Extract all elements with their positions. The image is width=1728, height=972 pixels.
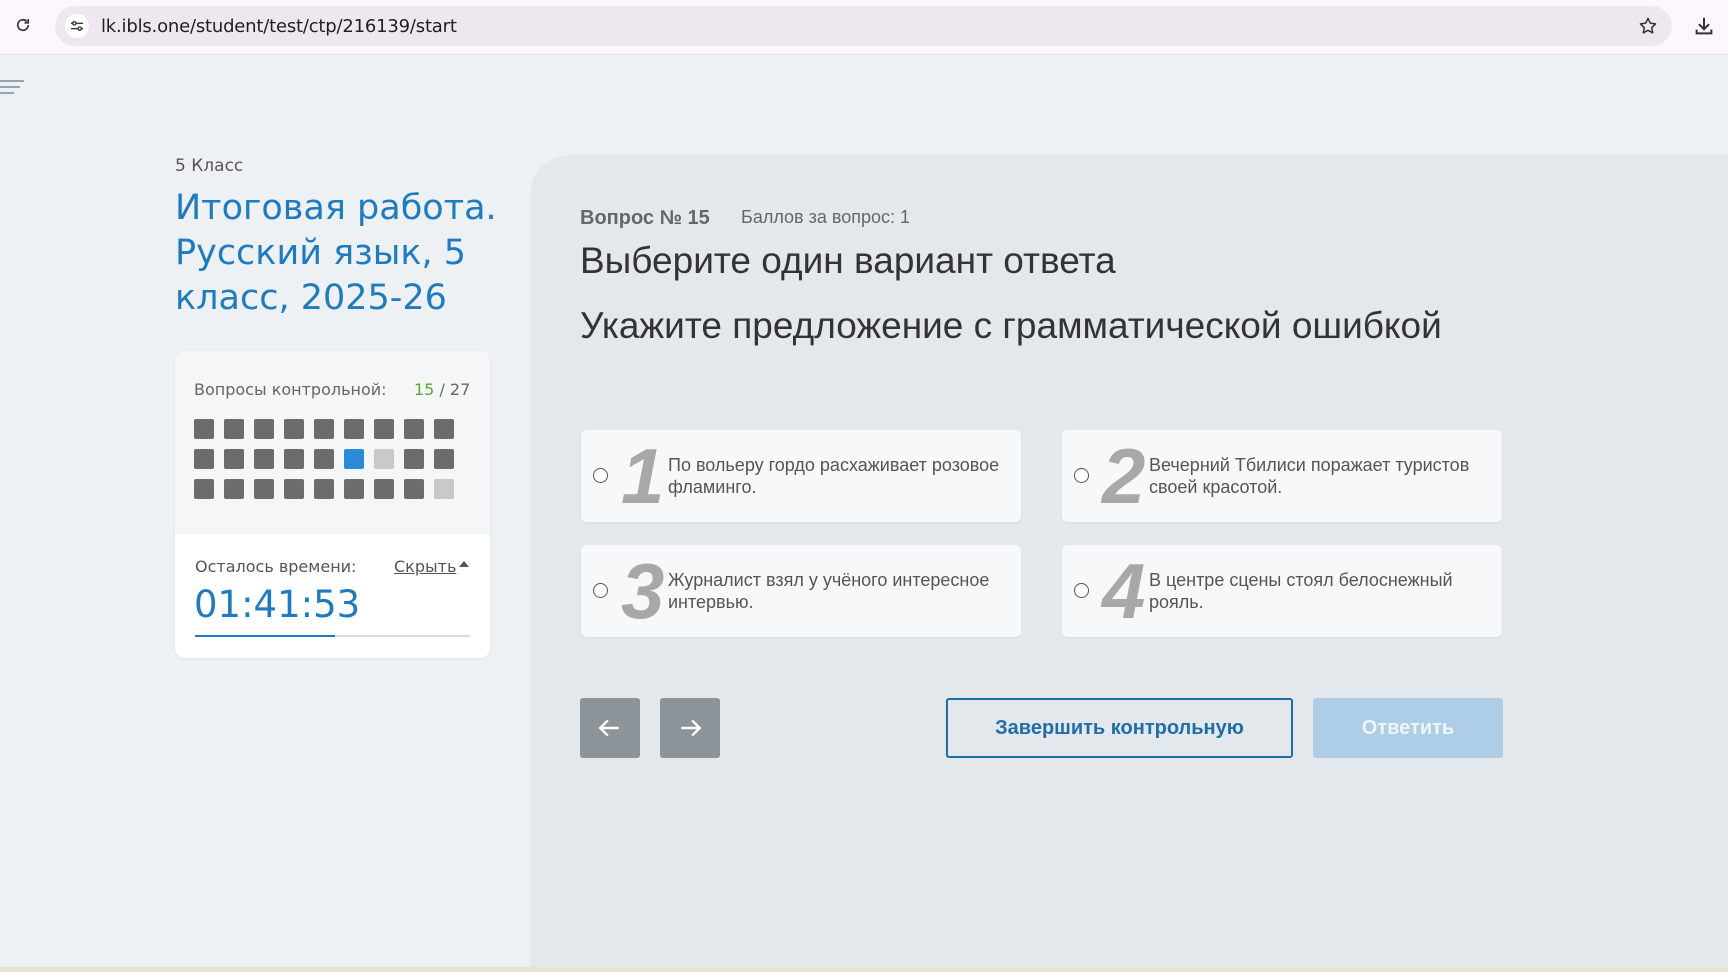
questions-label: Вопросы контрольной: [194, 380, 387, 399]
timer-progress-fill [195, 635, 336, 637]
question-square-7[interactable] [374, 419, 394, 439]
question-square-16[interactable] [374, 449, 394, 469]
question-square-17[interactable] [404, 449, 424, 469]
grade-label: 5 Класс [175, 156, 244, 176]
question-square-15[interactable] [344, 449, 364, 469]
option-text: Журналист взял у учёного интересное инте… [668, 570, 990, 612]
next-question-button[interactable] [660, 698, 720, 758]
question-square-13[interactable] [284, 449, 304, 469]
url-text[interactable]: lk.ibls.one/student/test/ctp/216139/star… [101, 16, 457, 37]
arrow-right-icon [681, 719, 702, 737]
radio-button[interactable] [1074, 468, 1089, 483]
bottom-edge [0, 967, 1728, 972]
question-counter: 15 / 27 [414, 380, 470, 399]
option-text: Вечерний Тбилиси поражает туристов своей… [1149, 455, 1470, 497]
question-text: Укажите предложение с грамматической оши… [580, 305, 1442, 346]
question-square-20[interactable] [224, 479, 244, 499]
questions-section: Вопросы контрольной: 15 / 27 [175, 351, 490, 534]
radio-button[interactable] [593, 468, 608, 483]
total-questions: 27 [449, 380, 471, 399]
question-square-18[interactable] [434, 449, 454, 469]
answer-option-3[interactable]: 3 Журналист взял у учёного интересное ин… [581, 545, 1021, 637]
question-square-21[interactable] [254, 479, 274, 499]
address-bar[interactable]: lk.ibls.one/student/test/ctp/216139/star… [55, 6, 1672, 46]
countdown-timer: 01:41:53 [194, 583, 361, 626]
test-title: Итоговая работа. Русский язык, 5 класс, … [175, 188, 497, 318]
submit-answer-button[interactable]: Ответить [1313, 698, 1503, 758]
arrow-left-icon [598, 719, 619, 737]
question-square-12[interactable] [254, 449, 274, 469]
caret-up-icon[interactable] [459, 561, 469, 567]
question-square-23[interactable] [314, 479, 334, 499]
previous-question-button[interactable] [580, 698, 640, 758]
question-square-1[interactable] [194, 419, 214, 439]
question-square-19[interactable] [194, 479, 214, 499]
answer-option-2[interactable]: 2 Вечерний Тбилиси поражает туристов сво… [1062, 430, 1502, 522]
option-number: 4 [1102, 547, 1146, 635]
reload-icon[interactable] [12, 14, 34, 36]
radio-button[interactable] [593, 583, 608, 598]
menu-icon[interactable] [0, 80, 24, 100]
option-text: В центре сцены стоял белоснежный рояль. [1149, 570, 1453, 612]
browser-toolbar: lk.ibls.one/student/test/ctp/216139/star… [0, 0, 1728, 55]
question-square-9[interactable] [434, 419, 454, 439]
counter-separator: / [434, 380, 450, 399]
question-square-6[interactable] [344, 419, 364, 439]
question-square-4[interactable] [284, 419, 304, 439]
option-number: 1 [621, 432, 665, 520]
question-square-8[interactable] [404, 419, 424, 439]
question-square-26[interactable] [404, 479, 424, 499]
question-number: Вопрос № 15 [580, 207, 710, 229]
answer-option-4[interactable]: 4 В центре сцены стоял белоснежный рояль… [1062, 545, 1502, 637]
hide-timer-link[interactable]: Скрыть [394, 557, 456, 576]
question-square-14[interactable] [314, 449, 334, 469]
download-icon[interactable] [1692, 14, 1716, 38]
option-number: 3 [621, 547, 665, 635]
option-text: По вольеру гордо расхаживает розовое фла… [668, 455, 1000, 497]
current-question-number: 15 [414, 380, 435, 399]
question-square-24[interactable] [344, 479, 364, 499]
question-square-2[interactable] [224, 419, 244, 439]
question-square-27[interactable] [434, 479, 454, 499]
test-progress-card: Вопросы контрольной: 15 / 27 Осталось вр… [175, 351, 490, 658]
option-number: 2 [1102, 432, 1146, 520]
answer-option-1[interactable]: 1 По вольеру гордо расхаживает розовое ф… [581, 430, 1021, 522]
timer-progress-bar [195, 635, 470, 637]
question-square-3[interactable] [254, 419, 274, 439]
question-square-10[interactable] [194, 449, 214, 469]
question-panel: Вопрос № 15 Баллов за вопрос: 1 Выберите… [530, 155, 1728, 972]
time-left-label: Осталось времени: [195, 557, 357, 576]
site-settings-icon[interactable] [65, 14, 89, 38]
question-square-5[interactable] [314, 419, 334, 439]
question-square-22[interactable] [284, 479, 304, 499]
question-grid [194, 419, 454, 499]
bookmark-star-icon[interactable] [1636, 14, 1660, 38]
radio-button[interactable] [1074, 583, 1089, 598]
question-square-25[interactable] [374, 479, 394, 499]
question-instruction: Выберите один вариант ответа [580, 240, 1116, 281]
finish-test-button[interactable]: Завершить контрольную [946, 698, 1293, 758]
question-points: Баллов за вопрос: 1 [741, 207, 911, 227]
question-square-11[interactable] [224, 449, 244, 469]
